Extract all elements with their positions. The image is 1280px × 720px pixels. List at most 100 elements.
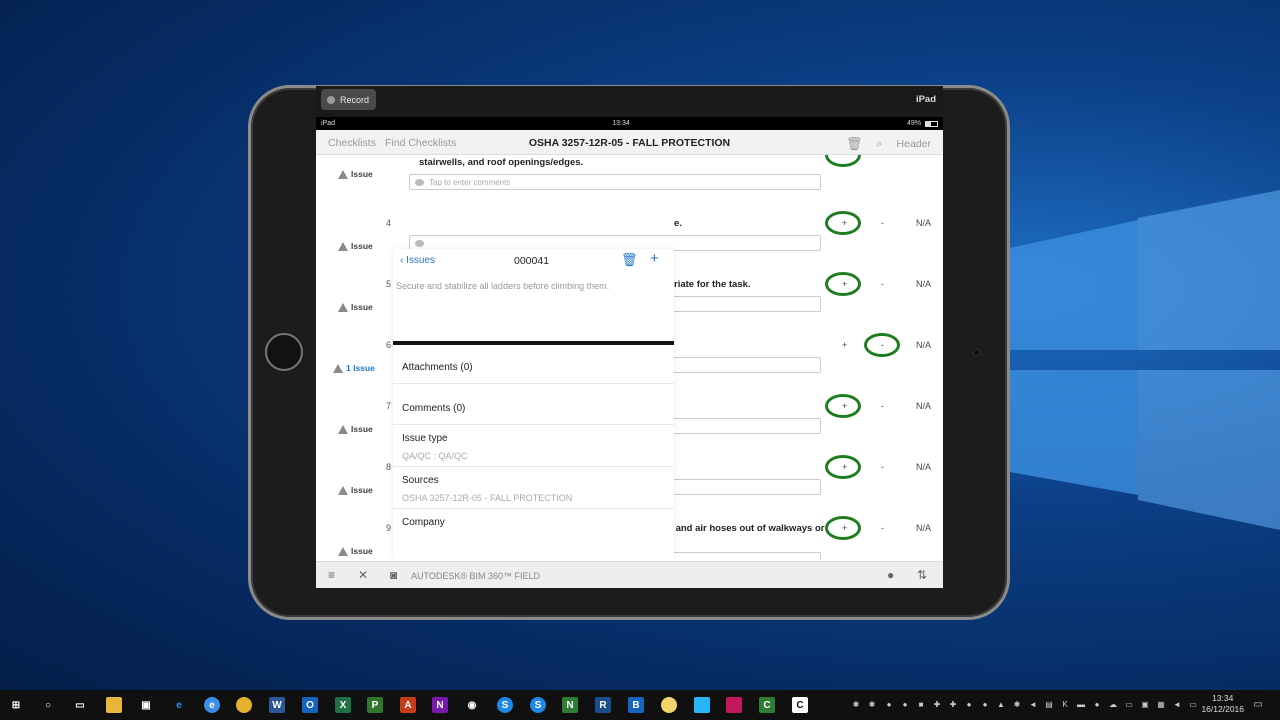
notifications-icon[interactable]: ▭ — [1253, 699, 1263, 710]
file-explorer-icon[interactable] — [106, 697, 122, 713]
issue-link[interactable]: Issue — [338, 241, 373, 251]
row-text: e. — [674, 218, 682, 229]
user-icon[interactable]: ● — [887, 568, 894, 582]
na-button[interactable]: N/A — [916, 340, 931, 350]
battery-icon — [925, 120, 938, 127]
minus-button[interactable]: - — [881, 279, 884, 289]
task-view-icon[interactable]: ▭ — [72, 697, 88, 713]
tray-icon[interactable]: ▤ — [1044, 699, 1054, 709]
cortana-icon[interactable]: ○ — [40, 697, 56, 713]
tray-icon[interactable]: ● — [884, 699, 894, 709]
recorder-icon[interactable] — [726, 697, 742, 713]
row-number: 6 — [386, 340, 392, 350]
back-issues-button[interactable]: ‹ Issues — [400, 255, 435, 266]
issue-type-value[interactable]: QA/QC : QA/QC — [402, 451, 468, 461]
word-icon[interactable]: W — [269, 697, 285, 713]
na-button[interactable]: N/A — [916, 279, 931, 289]
onedrive-icon[interactable]: ☁ — [1108, 699, 1118, 709]
na-button[interactable]: N/A — [916, 218, 931, 228]
app-icon[interactable]: C — [792, 697, 808, 713]
tray-icon[interactable]: K — [1060, 699, 1070, 709]
row-number: 4 — [386, 218, 392, 228]
tray-icon[interactable]: ■ — [916, 699, 926, 709]
edge-icon[interactable]: e — [171, 697, 187, 713]
na-button[interactable]: N/A — [916, 462, 931, 472]
app-icon[interactable] — [661, 697, 677, 713]
tray-icon[interactable]: ✚ — [948, 699, 958, 709]
store-icon[interactable]: ▣ — [138, 697, 154, 713]
minus-button[interactable]: - — [881, 218, 884, 228]
issue-link[interactable]: Issue — [338, 169, 373, 179]
skype-icon[interactable]: S — [497, 697, 513, 713]
menu-icon[interactable]: ≡ — [328, 568, 335, 582]
tray-icon[interactable]: ✱ — [867, 699, 877, 709]
search-icon[interactable]: ⌕ — [876, 138, 882, 151]
row-number: 7 — [386, 401, 392, 411]
start-icon[interactable]: ⊞ — [8, 697, 24, 713]
add-icon[interactable]: + — [650, 250, 659, 267]
brand-label: AUTODESK® BIM 360™ FIELD — [411, 571, 541, 581]
tray-icon[interactable]: ✱ — [851, 699, 861, 709]
revit-icon[interactable]: R — [595, 697, 611, 713]
warning-icon — [338, 241, 348, 251]
outlook-icon[interactable]: O — [302, 697, 318, 713]
issue-link[interactable]: Issue — [338, 546, 373, 556]
app-icon[interactable] — [694, 697, 710, 713]
home-button[interactable] — [265, 333, 303, 371]
windows-logo — [1010, 190, 1280, 530]
na-button[interactable]: N/A — [916, 401, 931, 411]
tray-icon[interactable]: ● — [980, 699, 990, 709]
keyboard-icon[interactable]: ▭ — [1188, 699, 1198, 709]
project-icon[interactable]: P — [367, 697, 383, 713]
tray-icon[interactable]: ▬ — [1076, 699, 1086, 709]
tray-icon[interactable]: ▣ — [1140, 699, 1150, 709]
tools-icon[interactable]: ✕ — [358, 568, 368, 582]
attachments-row[interactable]: Attachments (0) — [402, 362, 473, 373]
bluetooth-icon[interactable]: ✱ — [1012, 699, 1022, 709]
chrome-icon[interactable] — [236, 697, 252, 713]
issue-link[interactable]: Issue — [338, 302, 373, 312]
company-label[interactable]: Company — [402, 517, 445, 528]
excel-icon[interactable]: X — [335, 697, 351, 713]
camera-icon[interactable]: ◙ — [390, 568, 397, 582]
onenote-icon[interactable]: N — [432, 697, 448, 713]
bim-icon[interactable]: B — [628, 697, 644, 713]
tray-icon[interactable]: ✚ — [932, 699, 942, 709]
record-button[interactable]: Record — [321, 89, 376, 110]
selected-plus-circle — [825, 516, 861, 540]
row-number: 8 — [386, 462, 392, 472]
minus-button[interactable]: - — [881, 401, 884, 411]
tray-icon[interactable]: ▲ — [996, 699, 1006, 709]
delete-issue-icon[interactable]: 🗑 — [621, 252, 638, 268]
trash-icon[interactable]: 🗑 — [846, 136, 863, 152]
volume-icon[interactable]: ◄ — [1172, 699, 1182, 709]
ie-icon[interactable]: e — [204, 697, 220, 713]
access-icon[interactable]: A — [400, 697, 416, 713]
issue-link[interactable]: Issue — [338, 424, 373, 434]
network-icon[interactable]: ▦ — [1156, 699, 1166, 709]
navisworks-icon[interactable]: N — [562, 697, 578, 713]
issue-link[interactable]: Issue — [338, 485, 373, 495]
tray-icon[interactable]: ● — [900, 699, 910, 709]
comments-row[interactable]: Comments (0) — [402, 403, 465, 414]
nav-header[interactable]: Header — [897, 138, 931, 150]
na-button[interactable]: N/A — [916, 523, 931, 533]
camtasia-icon[interactable]: C — [759, 697, 775, 713]
sources-value[interactable]: OSHA 3257-12R-05 - FALL PROTECTION — [402, 493, 572, 503]
selected-plus-circle — [825, 394, 861, 418]
tray-icon[interactable]: ● — [964, 699, 974, 709]
plus-button[interactable]: + — [842, 340, 847, 350]
tray-icon[interactable]: ● — [1092, 699, 1102, 709]
minus-button[interactable]: - — [881, 462, 884, 472]
battery-percent: 49% — [906, 120, 921, 127]
sync-icon[interactable]: ⇅ — [917, 568, 927, 582]
app-icon[interactable]: ◉ — [464, 697, 480, 713]
taskbar-clock[interactable]: 13:34 16/12/2016 — [1201, 693, 1244, 715]
tray-icon[interactable]: ▭ — [1124, 699, 1134, 709]
skype-business-icon[interactable]: S — [530, 697, 546, 713]
minus-button[interactable]: - — [881, 523, 884, 533]
comment-field[interactable]: Tap to enter comments — [409, 174, 821, 190]
selected-plus-circle — [825, 455, 861, 479]
tray-icon[interactable]: ◄ — [1028, 699, 1038, 709]
issue-link[interactable]: 1 Issue — [333, 363, 375, 373]
